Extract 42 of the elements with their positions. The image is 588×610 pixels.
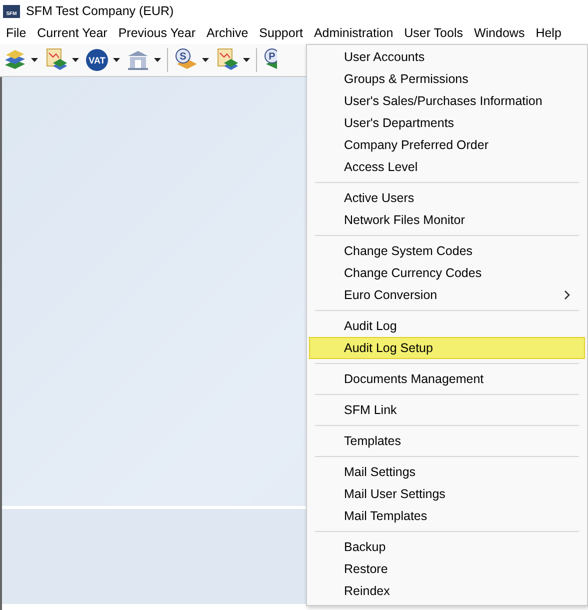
menu-item[interactable]: Audit Log (309, 315, 585, 337)
menu-item[interactable]: User's Sales/Purchases Information (309, 90, 585, 112)
menu-bar-item[interactable]: Administration (308, 26, 398, 40)
vat-badge-icon[interactable]: VAT (85, 48, 109, 72)
dropdown-caret-icon[interactable] (72, 58, 79, 62)
menu-item[interactable]: SFM Link (309, 399, 585, 421)
menu-item[interactable]: Change System Codes (309, 240, 585, 262)
menu-bar-item[interactable]: Archive (200, 26, 254, 40)
dropdown-caret-icon[interactable] (202, 58, 209, 62)
dropdown-caret-icon[interactable] (243, 58, 250, 62)
menu-item[interactable]: Euro Conversion (309, 284, 585, 306)
menu-item[interactable]: Access Level (309, 156, 585, 178)
menu-bar-item[interactable]: Support (253, 26, 308, 40)
menu-item[interactable]: Mail User Settings (309, 483, 585, 505)
dropdown-caret-icon[interactable] (113, 58, 120, 62)
menu-item[interactable]: Network Files Monitor (309, 209, 585, 231)
menu-bar-item[interactable]: File (0, 26, 32, 40)
report-books-icon[interactable] (44, 48, 68, 72)
menu-item[interactable]: User's Departments (309, 112, 585, 134)
menu-item[interactable]: Reindex (309, 580, 585, 602)
report-books-icon[interactable] (215, 48, 239, 72)
menu-item[interactable]: Documents Management (309, 368, 585, 390)
menu-item[interactable]: Company Preferred Order (309, 134, 585, 156)
menu-bar-item[interactable]: Current Year (31, 26, 112, 40)
menu-item[interactable]: Mail Templates (309, 505, 585, 527)
menu-bar-item[interactable]: Previous Year (112, 26, 200, 40)
menu-item[interactable]: Backup (309, 536, 585, 558)
menu-item[interactable]: Active Users (309, 187, 585, 209)
window-title: SFM Test Company (EUR) (26, 4, 174, 18)
menu-bar-item[interactable]: Windows (468, 26, 530, 40)
menu-item[interactable]: Groups & Permissions (309, 68, 585, 90)
menu-bar-item[interactable]: User Tools (398, 26, 468, 40)
menu-item[interactable]: Change Currency Codes (309, 262, 585, 284)
menu-item[interactable]: Mail Settings (309, 461, 585, 483)
menu-item[interactable]: User Accounts (309, 46, 585, 68)
dropdown-caret-icon[interactable] (31, 58, 38, 62)
menu-item[interactable]: Templates (309, 430, 585, 452)
menu-item[interactable]: Audit Log Setup (309, 337, 585, 359)
menu-item[interactable]: Restore (309, 558, 585, 580)
dropdown-caret-icon[interactable] (154, 58, 161, 62)
book-stack-icon[interactable] (3, 48, 27, 72)
menu-bar-item[interactable]: Help (530, 26, 566, 40)
